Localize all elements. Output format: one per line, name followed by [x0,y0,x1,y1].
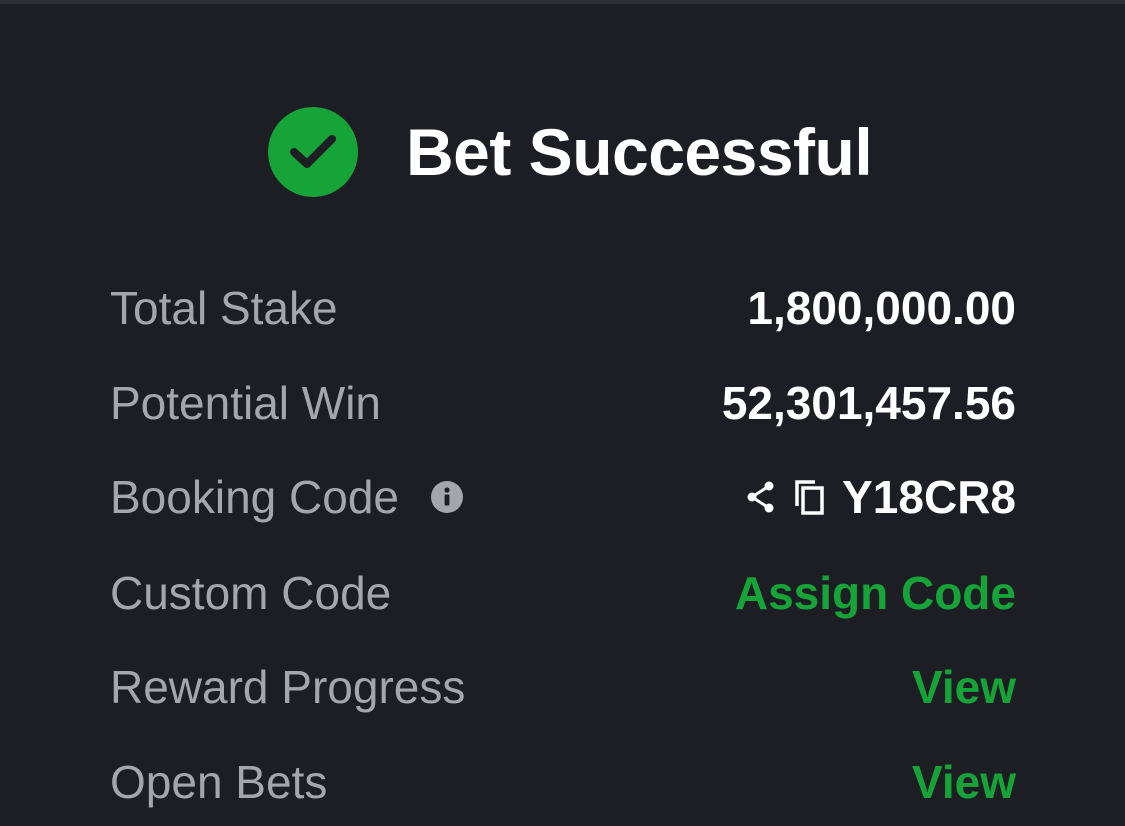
custom-code-label: Custom Code [110,567,392,619]
total-stake-value: 1,800,000.00 [747,282,1016,334]
assign-code-link[interactable]: Assign Code [735,566,1016,620]
potential-win-value: 52,301,457.56 [721,377,1016,429]
potential-win-label: Potential Win [110,377,382,429]
open-bets-row: Open Bets View [110,752,1016,812]
check-circle-icon [268,107,358,197]
custom-code-row: Custom Code Assign Code [110,563,1016,623]
reward-progress-label: Reward Progress [110,661,466,713]
open-bets-view-link[interactable]: View [912,755,1016,809]
booking-code-label-group: Booking Code [110,470,463,524]
booking-code-label: Booking Code [110,471,399,523]
success-header: Bet Successful [268,106,873,198]
booking-code-value-group: Y18CR8 [744,470,1016,524]
total-stake-row: Total Stake 1,800,000.00 [110,278,1016,338]
info-icon[interactable] [430,481,463,513]
potential-win-row: Potential Win 52,301,457.56 [110,373,1016,433]
copy-icon[interactable] [792,477,826,517]
booking-code-row: Booking Code Y18CR8 [110,467,1016,527]
booking-code-value: Y18CR8 [842,471,1016,523]
bet-confirmation-panel: Bet Successful Total Stake 1,800,000.00 … [0,4,1125,826]
open-bets-label: Open Bets [110,756,328,808]
reward-progress-view-link[interactable]: View [912,660,1016,714]
reward-progress-row: Reward Progress View [110,657,1016,717]
total-stake-label: Total Stake [110,282,338,334]
page-title: Bet Successful [406,115,873,189]
share-icon[interactable] [744,477,778,517]
